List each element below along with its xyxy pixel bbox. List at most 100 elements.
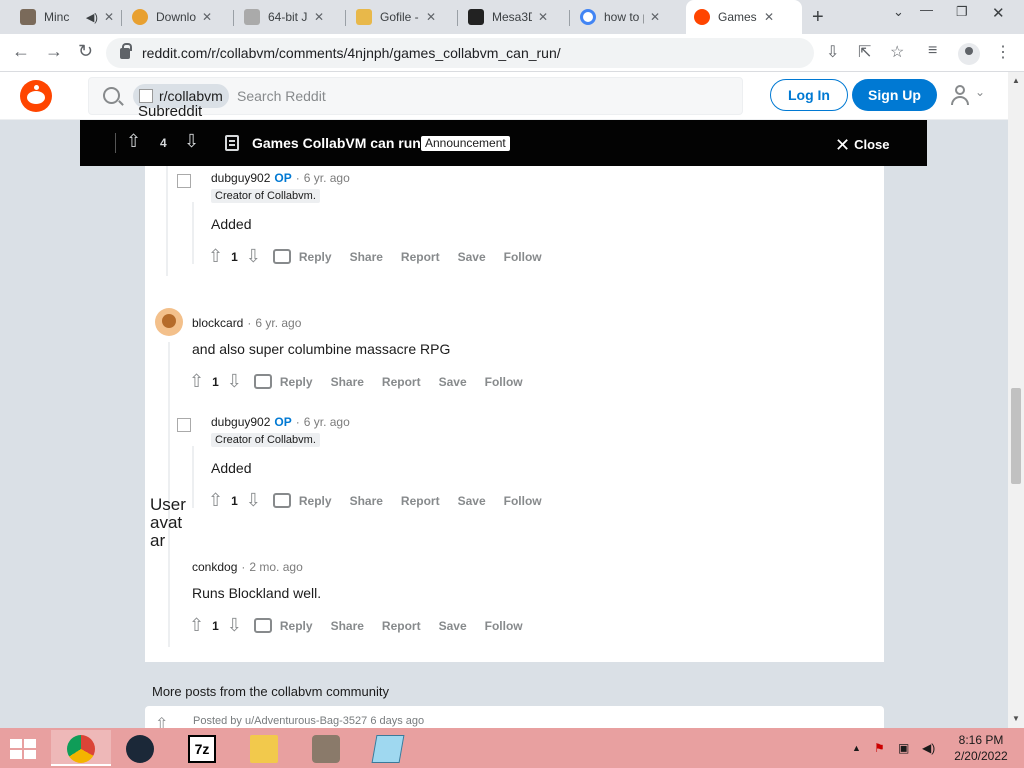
follow-button[interactable]: Follow xyxy=(485,619,523,633)
taskbar-notepad[interactable] xyxy=(358,730,418,766)
close-tab-icon[interactable]: ✕ xyxy=(650,10,660,24)
post-flair[interactable]: Announcement xyxy=(421,136,510,151)
reply-icon[interactable] xyxy=(253,618,272,633)
close-tab-icon[interactable]: ✕ xyxy=(538,10,548,24)
more-post-card[interactable]: ⇧ Posted by u/Adventurous-Bag-3527 6 day… xyxy=(145,706,884,728)
downvote-icon[interactable]: ⇩ xyxy=(184,131,199,152)
close-tab-icon[interactable]: ✕ xyxy=(104,10,114,24)
browser-tab-active[interactable]: Games C ✕ xyxy=(686,0,802,34)
reload-button[interactable]: ↻ xyxy=(78,41,93,62)
reply-button[interactable]: Reply xyxy=(299,494,332,508)
comment-author[interactable]: dubguy902 xyxy=(211,415,270,429)
save-button[interactable]: Save xyxy=(439,375,467,389)
reply-button[interactable]: Reply xyxy=(280,375,313,389)
flag-icon[interactable]: ⚑ xyxy=(874,741,885,755)
share-button[interactable]: Share xyxy=(331,375,364,389)
speaker-icon[interactable]: ◀) xyxy=(86,11,98,24)
upvote-icon[interactable]: ⇧ xyxy=(189,371,204,392)
follow-button[interactable]: Follow xyxy=(485,375,523,389)
downvote-icon[interactable]: ⇩ xyxy=(246,246,261,267)
report-button[interactable]: Report xyxy=(401,250,440,264)
comment-age[interactable]: 6 yr. ago xyxy=(255,316,301,330)
restore-button[interactable]: ❐ xyxy=(956,4,968,20)
browser-tab[interactable]: Downloa ✕ xyxy=(124,4,234,30)
reply-icon[interactable] xyxy=(272,493,291,508)
taskbar-chrome[interactable] xyxy=(51,730,111,766)
posted-by[interactable]: Posted by u/Adventurous-Bag-3527 6 days … xyxy=(193,715,424,727)
close-tab-icon[interactable]: ✕ xyxy=(764,10,774,24)
close-tab-icon[interactable]: ✕ xyxy=(314,10,324,24)
scroll-down-arrow-icon[interactable]: ▼ xyxy=(1012,714,1020,723)
downvote-icon[interactable]: ⇩ xyxy=(227,615,242,636)
show-hidden-icons-icon[interactable]: ▲ xyxy=(852,743,861,753)
taskbar-7zip[interactable]: 7z xyxy=(172,730,232,766)
reply-icon[interactable] xyxy=(253,374,272,389)
reddit-logo-icon[interactable] xyxy=(20,80,52,112)
upvote-icon[interactable]: ⇧ xyxy=(189,615,204,636)
thread-line[interactable] xyxy=(192,202,194,264)
network-icon[interactable]: ▣ xyxy=(898,741,909,755)
login-button[interactable]: Log In xyxy=(770,79,848,111)
browser-menu-icon[interactable]: ⋮ xyxy=(995,42,1011,62)
install-app-icon[interactable]: ⇩ xyxy=(826,42,839,62)
close-window-button[interactable]: ✕ xyxy=(992,4,1005,22)
report-button[interactable]: Report xyxy=(382,375,421,389)
comment-age[interactable]: 6 yr. ago xyxy=(304,415,350,429)
close-button[interactable]: ✕ Close xyxy=(835,135,890,156)
comment-author[interactable]: conkdog xyxy=(192,560,237,574)
volume-icon[interactable]: ◀) xyxy=(922,741,935,755)
downvote-icon[interactable]: ⇩ xyxy=(227,371,242,392)
share-button[interactable]: Share xyxy=(331,619,364,633)
start-button[interactable] xyxy=(10,739,38,759)
report-button[interactable]: Report xyxy=(401,494,440,508)
scroll-up-arrow-icon[interactable]: ▲ xyxy=(1012,76,1020,85)
back-button[interactable]: ← xyxy=(12,41,30,62)
thread-line[interactable] xyxy=(166,166,168,276)
upvote-icon[interactable]: ⇧ xyxy=(126,131,141,152)
avatar[interactable] xyxy=(177,418,191,432)
save-button[interactable]: Save xyxy=(458,494,486,508)
comment-author[interactable]: blockcard xyxy=(192,316,243,330)
browser-tab[interactable]: Mesa3D ✕ xyxy=(460,4,570,30)
follow-button[interactable]: Follow xyxy=(504,494,542,508)
tab-search-icon[interactable]: ⌄ xyxy=(893,4,904,20)
comment-age[interactable]: 6 yr. ago xyxy=(304,171,350,185)
scrollbar-thumb[interactable] xyxy=(1011,388,1021,484)
comment-author[interactable]: dubguy902 xyxy=(211,171,270,185)
signup-button[interactable]: Sign Up xyxy=(852,79,937,111)
reply-button[interactable]: Reply xyxy=(280,619,313,633)
bookmark-star-icon[interactable]: ☆ xyxy=(890,42,904,62)
share-page-icon[interactable]: ⇱ xyxy=(858,42,871,62)
browser-tab[interactable]: how to p ✕ xyxy=(572,4,682,30)
share-button[interactable]: Share xyxy=(350,494,383,508)
forward-button[interactable]: → xyxy=(45,41,63,62)
address-bar[interactable]: reddit.com/r/collabvm/comments/4njnph/ga… xyxy=(106,38,814,68)
minimize-button[interactable]: — xyxy=(920,2,933,17)
save-button[interactable]: Save xyxy=(439,619,467,633)
report-button[interactable]: Report xyxy=(382,619,421,633)
avatar-alt-text[interactable]: User avatar xyxy=(150,496,186,550)
share-button[interactable]: Share xyxy=(350,250,383,264)
profile-icon[interactable] xyxy=(958,43,980,65)
thread-line[interactable] xyxy=(192,446,194,508)
new-tab-button[interactable]: + xyxy=(812,6,824,29)
reply-button[interactable]: Reply xyxy=(299,250,332,264)
user-menu-button[interactable]: ⌄ xyxy=(950,84,988,106)
taskbar-app[interactable] xyxy=(296,730,356,766)
downvote-icon[interactable]: ⇩ xyxy=(246,490,261,511)
reply-icon[interactable] xyxy=(272,249,291,264)
close-tab-icon[interactable]: ✕ xyxy=(426,10,436,24)
close-tab-icon[interactable]: ✕ xyxy=(202,10,212,24)
taskbar-file-explorer[interactable] xyxy=(234,730,294,766)
page-scrollbar[interactable]: ▲ ▼ xyxy=(1008,72,1024,728)
avatar[interactable] xyxy=(155,308,183,336)
upvote-icon[interactable]: ⇧ xyxy=(155,714,168,728)
post-title[interactable]: Games CollabVM can run. xyxy=(252,135,425,151)
taskbar-steam[interactable] xyxy=(110,730,170,766)
avatar[interactable] xyxy=(177,174,191,188)
follow-button[interactable]: Follow xyxy=(504,250,542,264)
reading-list-icon[interactable]: ≡ xyxy=(928,42,937,60)
browser-tab[interactable]: 64-bit Ja ✕ xyxy=(236,4,346,30)
upvote-icon[interactable]: ⇧ xyxy=(208,246,223,267)
system-clock[interactable]: 8:16 PM 2/20/2022 xyxy=(950,732,1012,764)
